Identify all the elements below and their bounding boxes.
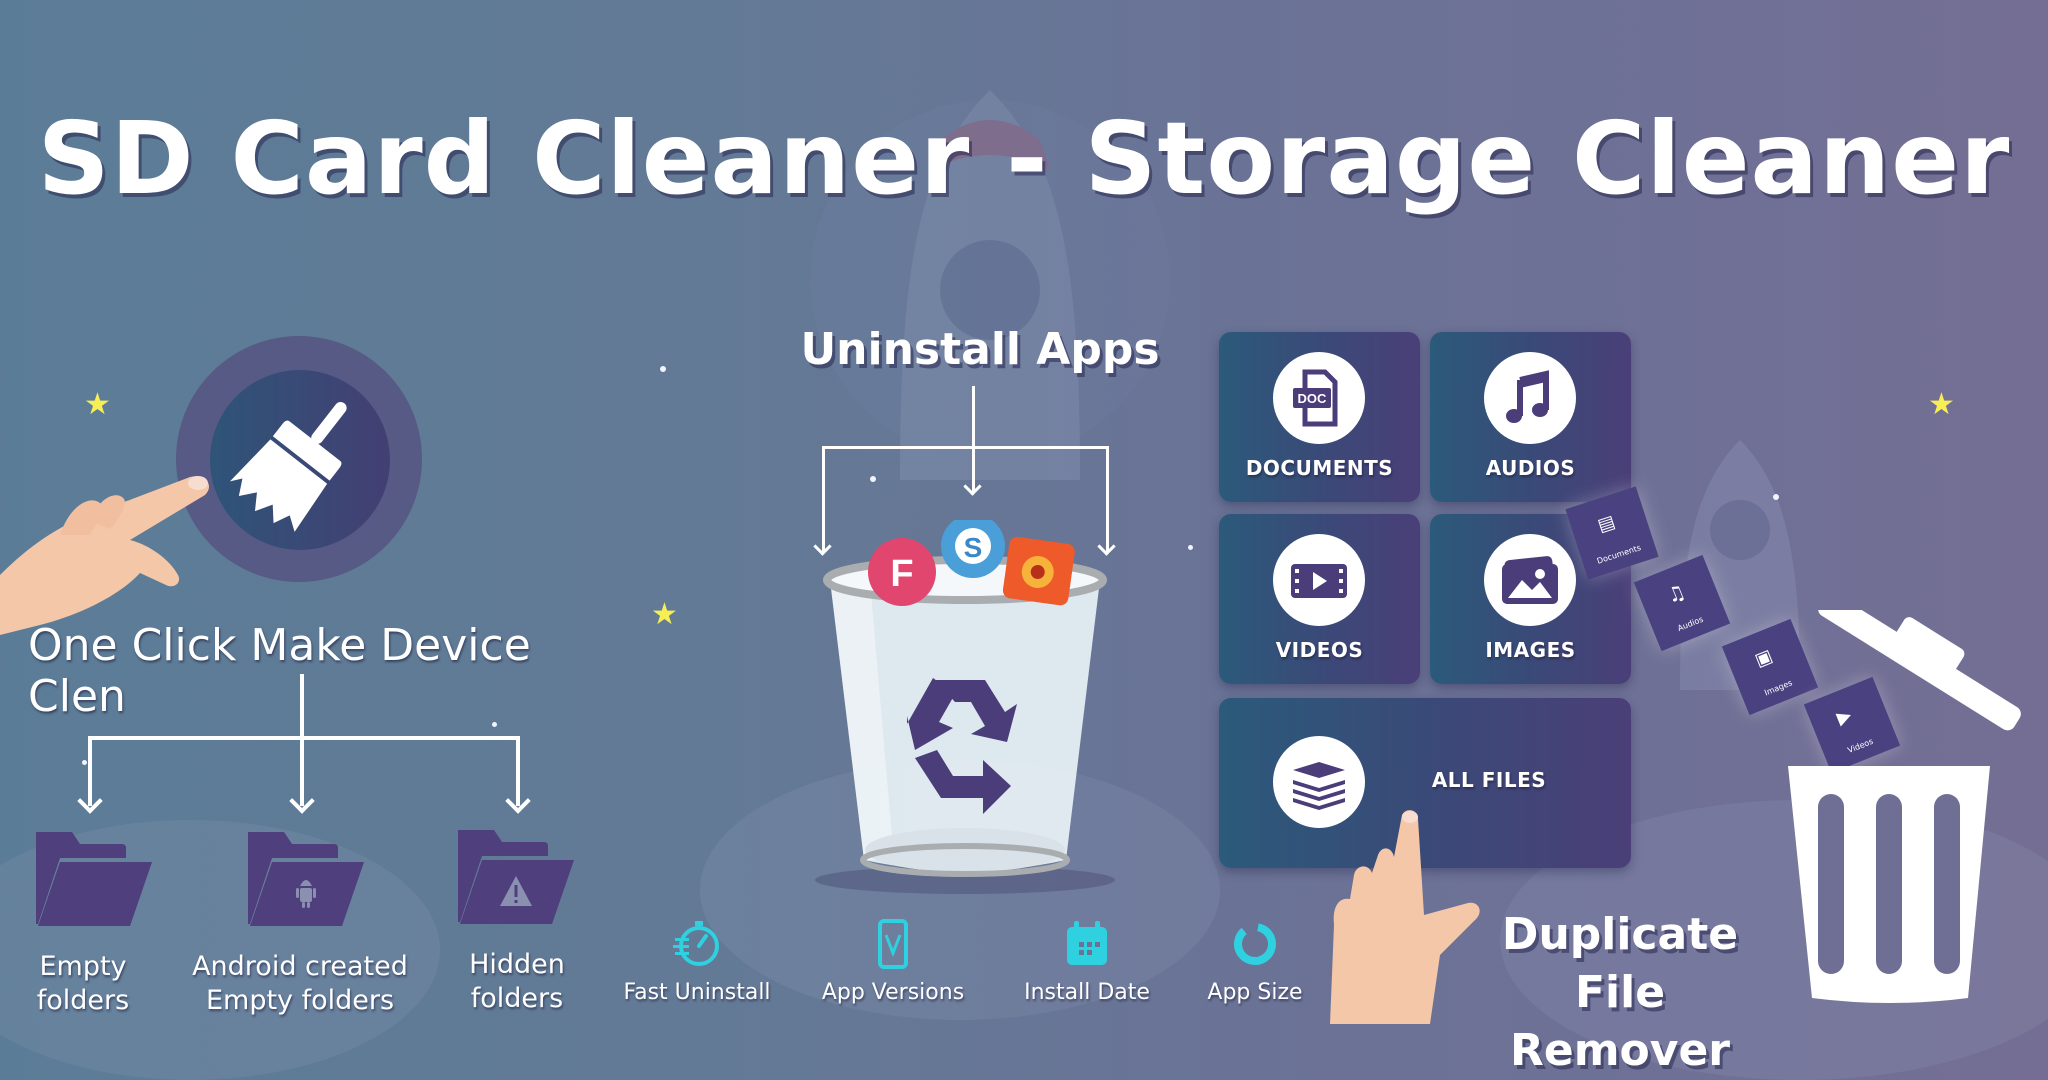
- page-title: SD Card Cleaner - Storage Cleaner: [37, 100, 2011, 217]
- star-icon: ★: [84, 387, 111, 422]
- music-note-icon: [1506, 370, 1549, 423]
- svg-text:DOC: DOC: [1298, 391, 1328, 406]
- doc-file-icon: DOC: [1293, 369, 1338, 427]
- sparkle-dot: [1188, 545, 1193, 550]
- folder-label-android: Android created Empty folders: [192, 951, 408, 1016]
- tile-videos[interactable]: VIDEOS: [1219, 514, 1420, 684]
- folder-icon[interactable]: [34, 828, 154, 928]
- sparkle-dot: [1773, 494, 1779, 500]
- one-click-heading: One Click Make Device Clen: [28, 620, 531, 722]
- tile-audios[interactable]: AUDIOS: [1430, 332, 1631, 502]
- feature-fast-uninstall[interactable]: Fast Uninstall: [612, 918, 782, 1005]
- duplicate-file-remover-heading: Duplicate File Remover: [1501, 909, 1739, 1076]
- foursquare-app-icon: F: [868, 538, 936, 606]
- image-gallery-icon: [1502, 556, 1558, 604]
- broom-icon: [229, 401, 347, 532]
- arrow-down-icon: [77, 788, 103, 814]
- connector-line: [972, 386, 975, 492]
- connector-line: [822, 446, 1108, 449]
- pointing-hand-illustration: [0, 476, 210, 635]
- one-click-clean-button[interactable]: [210, 370, 390, 550]
- folder-label-hidden: Hidden folders: [469, 949, 565, 1014]
- sparkle-dot: [492, 722, 497, 727]
- star-icon: ★: [1928, 387, 1955, 422]
- phone-version-icon: [878, 919, 908, 969]
- maps-app-icon: [1002, 536, 1075, 606]
- recycle-bin-illustration[interactable]: F S: [810, 520, 1120, 900]
- feature-install-date[interactable]: Install Date: [1002, 918, 1172, 1005]
- warning-folder-icon[interactable]: [456, 826, 576, 926]
- donut-chart-icon: [1234, 923, 1276, 965]
- connector-line: [88, 736, 520, 740]
- tile-documents[interactable]: DOC DOCUMENTS: [1219, 332, 1420, 502]
- doc-file-icon: ▤: [1595, 511, 1618, 537]
- sparkle-dot: [82, 760, 87, 765]
- connector-line: [300, 674, 304, 738]
- feature-app-versions[interactable]: App Versions: [808, 918, 978, 1005]
- image-gallery-icon: ▣: [1751, 645, 1776, 672]
- pointing-hand-illustration: [1330, 810, 1480, 1024]
- svg-text:S: S: [964, 532, 983, 563]
- sparkle-dot: [870, 476, 876, 482]
- video-film-icon: [1291, 564, 1347, 598]
- trash-can-icon: [1788, 610, 2021, 1003]
- arrow-down-icon: [289, 788, 315, 814]
- uninstall-apps-heading: Uninstall Apps: [800, 324, 1160, 375]
- music-note-icon: ♫: [1663, 579, 1689, 609]
- folder-label-empty: Empty folders: [36, 951, 130, 1016]
- feature-app-size[interactable]: App Size: [1170, 918, 1340, 1005]
- svg-text:F: F: [890, 553, 913, 595]
- arrow-down-icon: [505, 788, 531, 814]
- star-icon: ★: [651, 597, 678, 632]
- android-folder-icon[interactable]: [246, 828, 366, 928]
- stopwatch-icon: [673, 921, 719, 966]
- sparkle-dot: [660, 366, 666, 372]
- calendar-icon: [1067, 921, 1107, 965]
